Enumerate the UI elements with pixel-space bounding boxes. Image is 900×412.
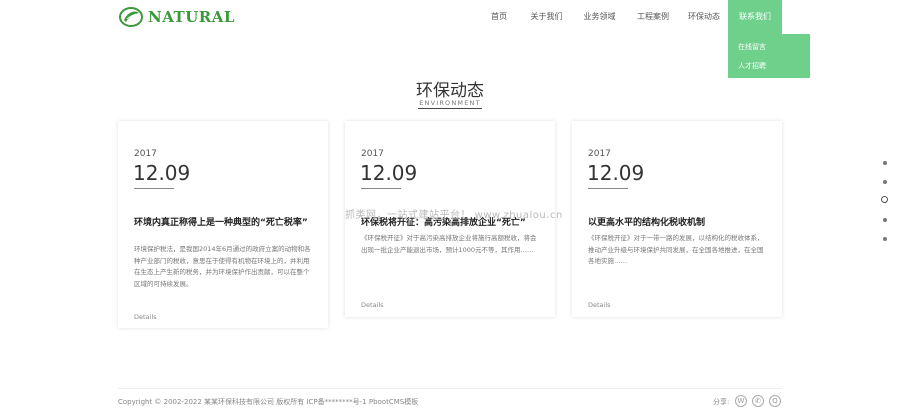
leaf-logo-icon	[119, 7, 143, 27]
news-date: 12.09	[587, 161, 645, 185]
news-excerpt: 《环保税开征》对于高污染高排放企业将施行高额税收，将会出现一批企业产能退出市场，…	[361, 234, 537, 254]
page-dot[interactable]	[883, 180, 887, 184]
nav-business[interactable]: 业务领域	[573, 0, 626, 34]
contact-dropdown: 在线留言 人才招聘	[728, 34, 810, 78]
news-year: 2017	[588, 149, 611, 159]
section-subtitle: ENVIRONMENT	[419, 99, 481, 107]
nav-cases[interactable]: 工程案例	[626, 0, 680, 34]
nav-home[interactable]: 首页	[478, 0, 520, 34]
news-excerpt: 环境保护税法，是我国2014年6月通过的政府立案的动物和各种产业部门的税收，意思…	[134, 245, 311, 288]
details-link[interactable]: Details	[134, 313, 157, 321]
main-nav: 首页 关于我们 业务领域 工程案例 环保动态 联系我们	[478, 0, 782, 34]
dropdown-item-jobs[interactable]: 人才招聘	[738, 61, 766, 71]
news-title[interactable]: 以更高水平的结构化税收机制	[588, 217, 770, 230]
qq-icon[interactable]: Q	[769, 395, 781, 407]
news-excerpt: 《环保税开征》对于一带一路的发展，以结构化的税收体系，推动产业升级与环境保护共同…	[588, 234, 764, 265]
news-card[interactable]: 2017 12.09 环境内真正称得上是一种典型的“死亡税率” 环境保护税法，是…	[118, 121, 328, 328]
card-divider	[361, 188, 401, 189]
share-label: 分享:	[713, 398, 730, 406]
weibo-icon[interactable]: W	[735, 395, 747, 407]
details-link[interactable]: Details	[588, 301, 611, 309]
wechat-icon[interactable]: ✆	[752, 395, 764, 407]
footer-divider	[118, 388, 782, 389]
news-card[interactable]: 2017 12.09 以更高水平的结构化税收机制 《环保税开征》对于一带一路的发…	[572, 121, 782, 317]
watermark-text: 抓类网，一站式建站平台！ www.zhualou.cn	[345, 210, 563, 221]
card-divider	[588, 188, 628, 189]
page-dot[interactable]	[883, 161, 887, 165]
nav-contact[interactable]: 联系我们	[728, 0, 782, 34]
nav-news[interactable]: 环保动态	[680, 0, 728, 34]
section-divider	[418, 108, 482, 109]
details-link[interactable]: Details	[361, 301, 384, 309]
footer-copyright: Copyright © 2002-2022 某某环保科技有限公司 版权所有 IC…	[118, 398, 419, 406]
nav-about[interactable]: 关于我们	[520, 0, 573, 34]
site-logo[interactable]: NATURAL	[118, 6, 235, 28]
news-year: 2017	[134, 149, 157, 159]
news-title[interactable]: 环境内真正称得上是一种典型的“死亡税率”	[134, 217, 316, 230]
news-date: 12.09	[133, 161, 191, 185]
page-dot[interactable]	[883, 218, 887, 222]
card-divider	[134, 188, 174, 189]
news-year: 2017	[361, 149, 384, 159]
dropdown-item-message[interactable]: 在线留言	[738, 42, 766, 52]
section-title: 环保动态	[416, 81, 484, 101]
logo-text: NATURAL	[148, 8, 235, 26]
page-dot-active[interactable]	[881, 196, 888, 203]
page: NATURAL 首页 关于我们 业务领域 工程案例 环保动态 联系我们 在线留言…	[0, 0, 900, 412]
news-date: 12.09	[360, 161, 418, 185]
page-dot[interactable]	[883, 237, 887, 241]
